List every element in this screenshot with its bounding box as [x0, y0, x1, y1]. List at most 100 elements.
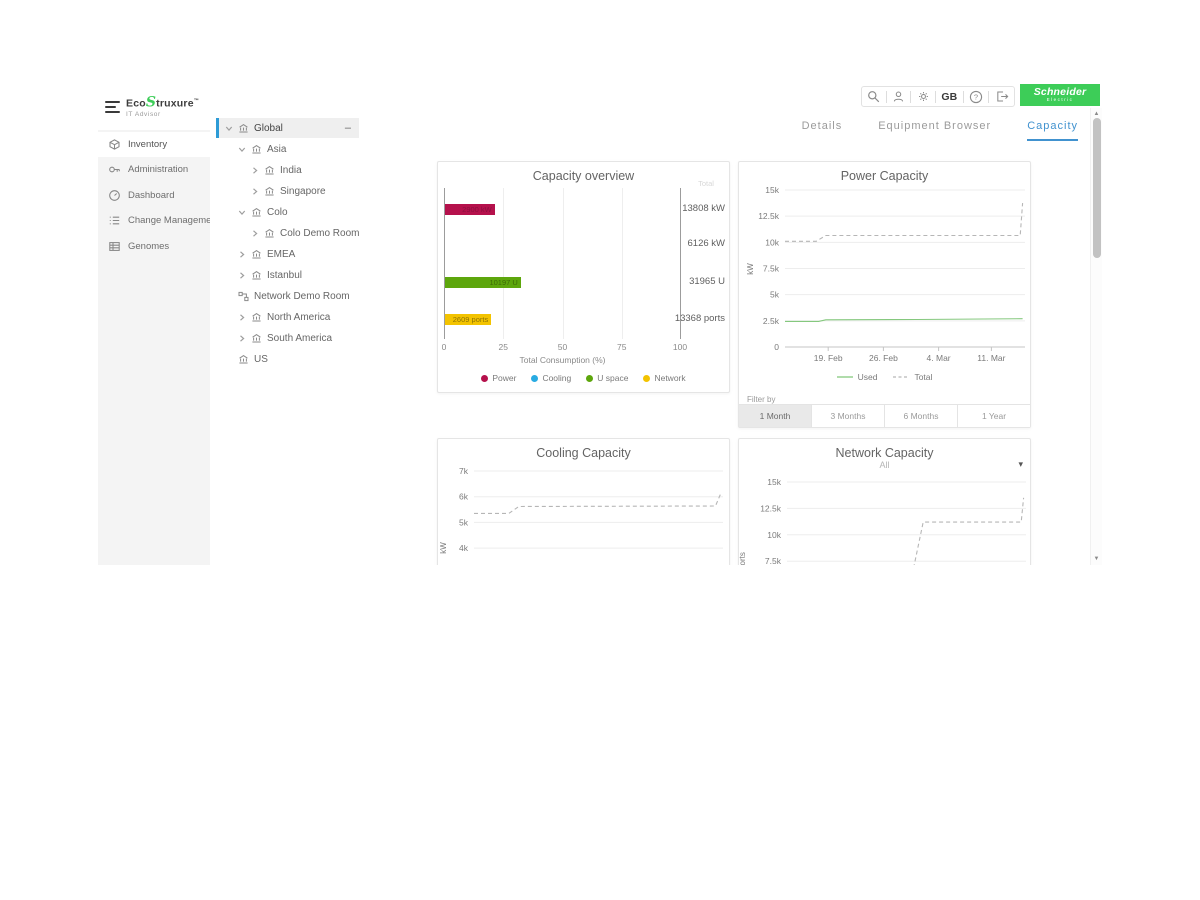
legend-label: U space: [597, 373, 628, 383]
network-capacity-card: Network Capacity All ▾ 15k12.5k10k7.5kpo…: [738, 438, 1031, 565]
iconbar-divider: [910, 91, 911, 103]
svg-text:kW: kW: [746, 263, 755, 275]
bar-x-tick-label: 100: [673, 342, 687, 352]
chevron-collapsed-icon[interactable]: [238, 250, 251, 259]
tab-equipment-browser[interactable]: Equipment Browser: [878, 120, 991, 141]
profile-icon[interactable]: [892, 90, 905, 103]
chevron-collapsed-icon[interactable]: [238, 271, 251, 280]
collapse-node-button[interactable]: –: [345, 123, 351, 133]
filter-1-year-button[interactable]: 1 Year: [958, 405, 1030, 427]
tree-item-emea[interactable]: EMEA: [216, 244, 359, 264]
chart-title-power-capacity: Power Capacity: [739, 169, 1030, 183]
scroll-down-arrow[interactable]: ▼: [1091, 555, 1102, 563]
network-filter-dropdown[interactable]: All ▾: [739, 460, 1030, 470]
tree-item-label: North America: [267, 312, 330, 323]
scroll-up-arrow[interactable]: ▲: [1091, 110, 1102, 118]
search-icon[interactable]: [867, 90, 880, 103]
header-iconbar: GB?: [861, 86, 1015, 107]
tree-item-global[interactable]: Global–: [216, 118, 359, 138]
iconbar-divider: [886, 91, 887, 103]
tree-item-us[interactable]: US: [216, 349, 359, 369]
tree-item-south-america[interactable]: South America: [216, 328, 359, 348]
settings-icon[interactable]: [917, 90, 930, 103]
help-icon[interactable]: ?: [969, 90, 983, 104]
sidebar-item-inventory[interactable]: Inventory: [98, 132, 210, 157]
sidebar-item-administration[interactable]: Administration: [98, 157, 210, 182]
chevron-expanded-icon[interactable]: [225, 124, 234, 137]
bar-x-tick-label: 75: [617, 342, 626, 352]
network-room-icon: [238, 291, 249, 302]
svg-text:15k: 15k: [767, 477, 781, 487]
tree-item-network-demo-room[interactable]: Network Demo Room: [216, 286, 359, 306]
bar-x-tick-label: 25: [499, 342, 508, 352]
locale-selector[interactable]: GB: [941, 91, 957, 103]
bar-x-axis-label: Total Consumption (%): [444, 355, 681, 365]
bar-x-ticks: 0255075100: [444, 342, 681, 352]
change-management-icon: [108, 214, 121, 227]
logout-icon[interactable]: [995, 90, 1009, 103]
total-label-network: 13368 ports: [655, 313, 725, 324]
tree-item-north-america[interactable]: North America: [216, 307, 359, 327]
tab-capacity[interactable]: Capacity: [1027, 120, 1078, 141]
chevron-collapsed-icon[interactable]: [251, 229, 264, 238]
hamburger-menu-icon[interactable]: [105, 101, 120, 113]
sidebar-item-genomes[interactable]: Genomes: [98, 234, 210, 259]
inventory-icon: [108, 138, 121, 151]
scrollbar-thumb[interactable]: [1093, 118, 1101, 258]
filter-6-months-button[interactable]: 6 Months: [885, 405, 958, 427]
sidebar-item-label: Genomes: [128, 241, 169, 252]
chevron-collapsed-icon[interactable]: [238, 313, 251, 322]
total-label-cooling: 6126 kW: [655, 238, 725, 249]
bar-u-space: 10197 U: [445, 277, 521, 288]
cooling-capacity-card: Cooling Capacity 7k6k5k4kkW: [437, 438, 730, 565]
chevron-collapsed-icon[interactable]: [251, 166, 264, 175]
chart-title-cooling-capacity: Cooling Capacity: [438, 446, 729, 460]
app-window: EcoStruxure™ IT Advisor InventoryAdminis…: [98, 84, 1102, 565]
chevron-collapsed-icon[interactable]: [251, 187, 264, 196]
svg-text:2.5k: 2.5k: [763, 316, 780, 326]
chevron-collapsed-icon[interactable]: [238, 334, 251, 343]
location-icon: [251, 270, 262, 281]
tree-item-label: Istanbul: [267, 270, 302, 281]
svg-text:4k: 4k: [459, 543, 469, 553]
chevron-expanded-icon[interactable]: [238, 145, 247, 158]
svg-text:12.5k: 12.5k: [760, 503, 782, 513]
app-logo: EcoStruxure™ IT Advisor: [98, 84, 210, 130]
tree-item-singapore[interactable]: Singapore: [216, 181, 359, 201]
chart-title-capacity-overview: Capacity overview: [438, 169, 729, 183]
legend-item-u-space: U space: [586, 373, 628, 383]
tree-item-colo[interactable]: Colo: [216, 202, 359, 222]
tree-item-label: India: [280, 165, 302, 176]
tree-item-istanbul[interactable]: Istanbul: [216, 265, 359, 285]
sidebar-item-label: Change Management: [128, 215, 219, 226]
trademark-mark: ™: [194, 98, 199, 104]
tree-item-colo-demo-room[interactable]: Colo Demo Room: [216, 223, 359, 243]
chevron-expanded-icon[interactable]: [238, 208, 247, 221]
location-icon: [251, 144, 262, 155]
sidebar-item-dashboard[interactable]: Dashboard: [98, 183, 210, 208]
sidebar: EcoStruxure™ IT Advisor InventoryAdminis…: [98, 84, 210, 565]
svg-text:10k: 10k: [767, 530, 781, 540]
location-tree: Global–Asia India SingaporeColoColo Demo R…: [210, 84, 438, 565]
tree-item-label: US: [254, 354, 268, 365]
tab-details[interactable]: Details: [802, 120, 843, 141]
filter-3-months-button[interactable]: 3 Months: [812, 405, 885, 427]
sidebar-item-label: Dashboard: [128, 190, 174, 201]
vertical-scrollbar: ▲ ▼: [1090, 108, 1102, 565]
legend-label: Total: [914, 372, 932, 382]
dropdown-selected-value: All: [879, 460, 889, 470]
filter-1-month-button[interactable]: 1 Month: [739, 405, 812, 427]
sidebar-item-change-management[interactable]: Change Management: [98, 208, 210, 233]
svg-text:5k: 5k: [459, 517, 469, 527]
tree-item-asia[interactable]: Asia: [216, 139, 359, 159]
svg-text:12.5k: 12.5k: [758, 211, 780, 221]
tree-item-india[interactable]: India: [216, 160, 359, 180]
legend-item-network: Network: [643, 373, 685, 383]
legend-dot: [481, 375, 488, 382]
bar-value-label: 2900 kW: [462, 205, 492, 214]
location-icon: [251, 312, 262, 323]
svg-text:7k: 7k: [459, 466, 469, 476]
svg-text:10k: 10k: [765, 237, 779, 247]
legend-label: Power: [492, 373, 516, 383]
chevron-down-icon[interactable]: ▾: [1018, 459, 1023, 470]
